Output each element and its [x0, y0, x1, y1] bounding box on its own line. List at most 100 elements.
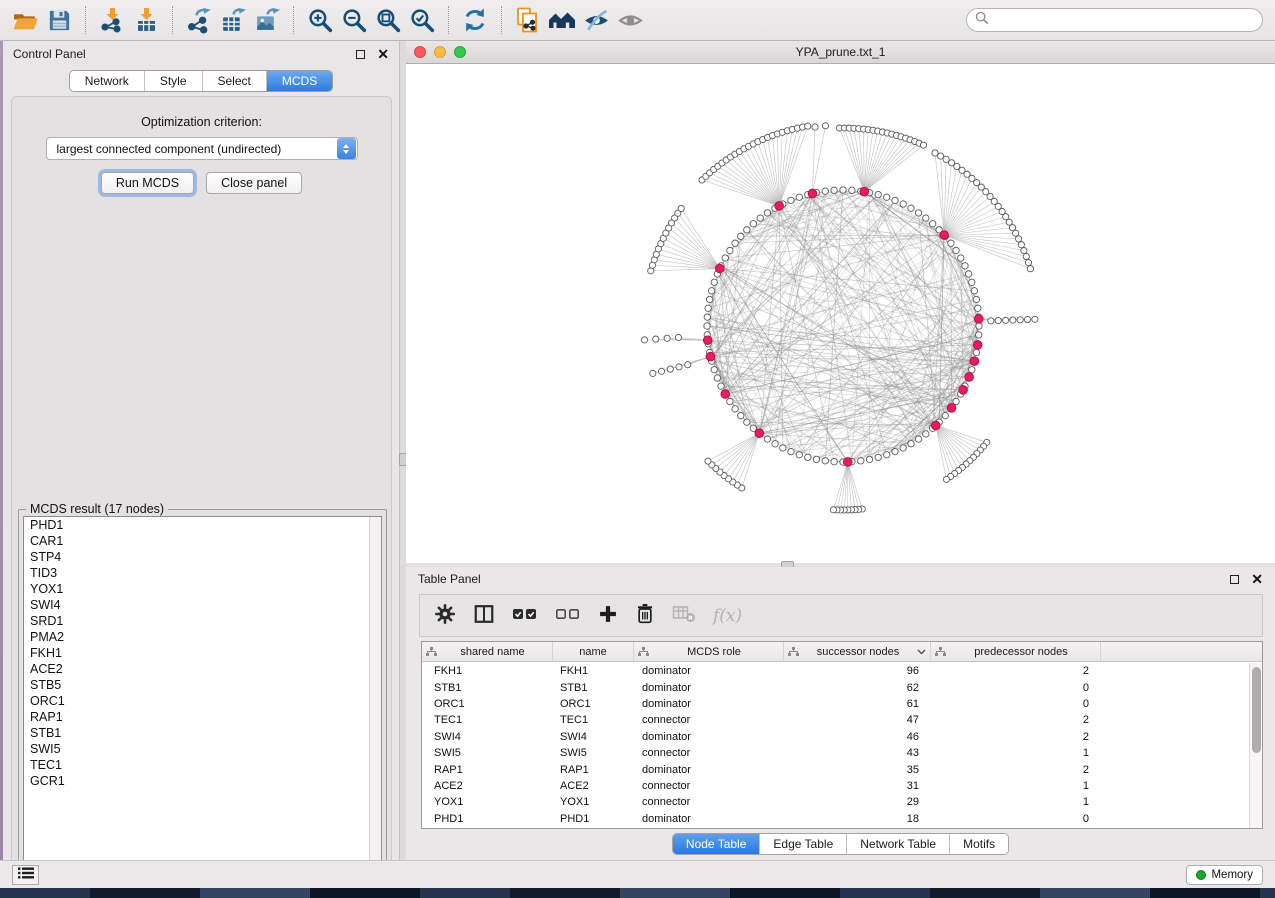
status-bar: Memory [0, 860, 1275, 888]
table-cell: ORC1 [422, 698, 553, 710]
main-toolbar [0, 0, 1275, 41]
zoom-out-button[interactable] [337, 3, 371, 37]
column-header-mcds-role[interactable]: MCDS role [634, 642, 784, 661]
home-icon [548, 6, 576, 34]
mcds-result-item[interactable]: STP4 [24, 549, 381, 565]
table-cell: FKH1 [422, 665, 553, 677]
home-button[interactable] [545, 3, 579, 37]
mcds-result-title: MCDS result (17 nodes) [26, 502, 168, 516]
save-button[interactable] [42, 3, 76, 37]
tab-motifs[interactable]: Motifs [949, 834, 1008, 854]
tab-node-table[interactable]: Node Table [673, 834, 760, 854]
mcds-result-item[interactable]: SWI4 [24, 597, 381, 613]
tab-network-table[interactable]: Network Table [846, 834, 949, 854]
tab-style[interactable]: Style [144, 71, 202, 91]
mcds-result-item[interactable]: TID3 [24, 565, 381, 581]
column-header-predecessor-nodes[interactable]: predecessor nodes [931, 642, 1101, 661]
close-window-icon[interactable] [414, 46, 426, 58]
table-cell: RAP1 [553, 764, 634, 776]
search-input[interactable] [994, 13, 1254, 27]
share-document-button[interactable] [511, 3, 545, 37]
maximize-window-icon[interactable] [454, 46, 466, 58]
run-mcds-button[interactable]: Run MCDS [101, 172, 194, 194]
table-row[interactable]: FKH1FKH1dominator962 [422, 663, 1249, 679]
network-graph[interactable] [406, 64, 1275, 563]
table-row[interactable]: TEC1TEC1connector472 [422, 712, 1249, 728]
scrollbar-thumb[interactable] [1252, 667, 1261, 753]
deselect-all-button[interactable] [555, 605, 581, 626]
tab-network[interactable]: Network [70, 71, 144, 91]
share-document-icon [515, 7, 541, 33]
delete-column-button[interactable] [635, 603, 655, 628]
float-panel-icon[interactable] [1230, 575, 1239, 584]
table-scrollbar[interactable] [1249, 663, 1262, 828]
mcds-result-item[interactable]: ACE2 [24, 661, 381, 677]
network-window: YPA_prune.txt_1 [406, 41, 1275, 563]
minimize-window-icon[interactable] [434, 46, 446, 58]
table-cell: SWI5 [553, 747, 634, 759]
column-header-shared-name[interactable]: shared name [422, 642, 553, 661]
trash-icon [635, 603, 655, 628]
node-table: shared name name MCDS role successor nod… [421, 641, 1263, 829]
show-all-button[interactable] [613, 3, 647, 37]
zoom-fit-icon [375, 7, 402, 34]
mcds-result-item[interactable]: TEC1 [24, 757, 381, 773]
mcds-result-item[interactable]: STB5 [24, 677, 381, 693]
mcds-result-item[interactable]: ORC1 [24, 693, 381, 709]
mcds-result-item[interactable]: SWI5 [24, 741, 381, 757]
task-history-button[interactable] [12, 865, 39, 885]
zoom-in-button[interactable] [303, 3, 337, 37]
memory-button[interactable]: Memory [1186, 865, 1263, 885]
mcds-result-item[interactable]: SRD1 [24, 613, 381, 629]
network-canvas[interactable] [406, 64, 1275, 563]
show-column-panel-button[interactable] [473, 603, 495, 628]
mcds-result-item[interactable]: GCR1 [24, 773, 381, 789]
table-row[interactable]: RAP1RAP1dominator352 [422, 761, 1249, 777]
table-settings-button[interactable] [434, 603, 456, 628]
node-table-body: FKH1FKH1dominator962STB1STB1dominator620… [422, 663, 1249, 828]
table-row[interactable]: YOX1YOX1connector291 [422, 794, 1249, 810]
close-panel-icon[interactable]: ✕ [377, 47, 389, 61]
mcds-result-item[interactable]: FKH1 [24, 645, 381, 661]
export-image-button[interactable] [250, 3, 284, 37]
close-panel-button[interactable]: Close panel [206, 172, 302, 194]
export-network-button[interactable] [182, 3, 216, 37]
hide-selected-button[interactable] [579, 3, 613, 37]
mcds-result-item[interactable]: RAP1 [24, 709, 381, 725]
open-file-button[interactable] [8, 3, 42, 37]
mcds-result-item[interactable]: STB1 [24, 725, 381, 741]
table-row[interactable]: ACE2ACE2connector311 [422, 778, 1249, 794]
refresh-button[interactable] [458, 3, 492, 37]
table-row[interactable]: PHD1PHD1dominator180 [422, 811, 1249, 827]
close-panel-icon[interactable]: ✕ [1251, 572, 1263, 586]
mcds-result-item[interactable]: PMA2 [24, 629, 381, 645]
export-table-button[interactable] [216, 3, 250, 37]
tab-edge-table[interactable]: Edge Table [759, 834, 846, 854]
table-cell: 46 [784, 731, 931, 743]
desktop-background-bottom [0, 888, 1275, 898]
table-row[interactable]: SWI4SWI4dominator462 [422, 729, 1249, 745]
mcds-result-list[interactable]: PHD1CAR1STP4TID3YOX1SWI4SRD1PMA2FKH1ACE2… [23, 516, 382, 874]
import-table-button[interactable] [129, 3, 163, 37]
select-all-button[interactable] [512, 605, 538, 626]
column-header-successor-nodes[interactable]: successor nodes [784, 642, 931, 661]
table-row[interactable]: ORC1ORC1dominator610 [422, 696, 1249, 712]
table-cell: FKH1 [553, 665, 634, 677]
mcds-list-scrollbar[interactable] [369, 517, 381, 873]
table-row[interactable]: SWI5SWI5connector431 [422, 745, 1249, 761]
table-cell: 0 [931, 698, 1101, 710]
mcds-result-item[interactable]: PHD1 [24, 517, 381, 533]
column-header-name[interactable]: name [553, 642, 634, 661]
zoom-selected-button[interactable] [405, 3, 439, 37]
search-box[interactable] [966, 8, 1263, 32]
tab-select[interactable]: Select [202, 71, 266, 91]
zoom-fit-button[interactable] [371, 3, 405, 37]
float-panel-icon[interactable] [356, 50, 365, 59]
mcds-result-item[interactable]: YOX1 [24, 581, 381, 597]
import-network-button[interactable] [95, 3, 129, 37]
optimization-criterion-select[interactable]: largest connected component (undirected) [46, 137, 358, 160]
table-row[interactable]: STB1STB1dominator620 [422, 679, 1249, 695]
add-column-button[interactable] [598, 604, 618, 627]
tab-mcds[interactable]: MCDS [266, 71, 332, 91]
mcds-result-item[interactable]: CAR1 [24, 533, 381, 549]
